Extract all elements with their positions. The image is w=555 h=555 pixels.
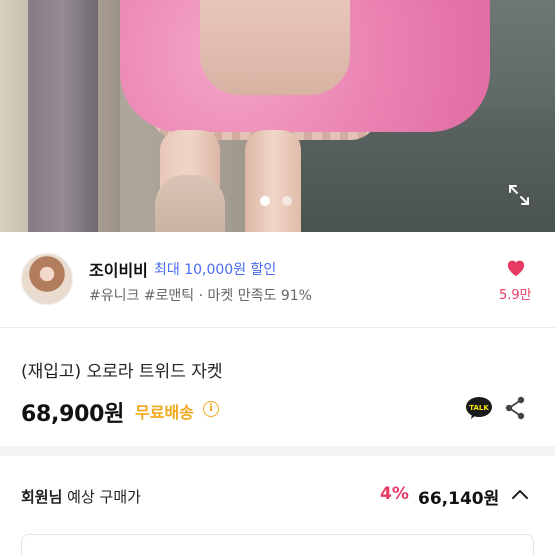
seller-info: 조이비비 최대 10,000원 할인 #유니크 #로맨틱 · 마켓 만족도 91… xyxy=(0,232,555,327)
expand-icon[interactable] xyxy=(507,183,531,207)
carousel-dot-2[interactable] xyxy=(282,196,292,206)
member-price-label: 회원님 예상 구매가 xyxy=(21,486,141,507)
background-curtain-shadow xyxy=(28,0,98,232)
section-divider xyxy=(0,327,555,328)
like-count: 5.9만 xyxy=(499,288,532,303)
seller-name[interactable]: 조이비비 xyxy=(89,257,148,281)
seller-promo[interactable]: 최대 10,000원 할인 xyxy=(154,259,276,279)
heart-icon[interactable] xyxy=(505,257,527,277)
product-title: (재입고) 오로라 트위드 자켓 xyxy=(21,362,223,382)
kakao-talk-icon[interactable]: TALK xyxy=(465,396,493,420)
model-boot xyxy=(155,175,225,232)
talk-label: TALK xyxy=(469,404,489,412)
seller-avatar[interactable] xyxy=(21,253,73,305)
discount-rate: 4% xyxy=(380,484,409,504)
carousel-indicator xyxy=(260,196,292,206)
price-detail-card xyxy=(21,534,534,555)
product-image-carousel[interactable] xyxy=(0,0,555,232)
info-icon[interactable]: i xyxy=(203,401,219,417)
shipping-badge: 무료배송 xyxy=(135,403,194,422)
section-separator xyxy=(0,446,555,456)
model-leg-right xyxy=(245,130,301,232)
member-label-rest: 예상 구매가 xyxy=(62,488,141,506)
carousel-dot-1[interactable] xyxy=(260,196,270,206)
member-price: 66,140원 xyxy=(418,489,500,509)
product-price: 68,900원 xyxy=(21,402,125,427)
seller-tags: #유니크 #로맨틱 · 마켓 만족도 91% xyxy=(89,288,312,304)
share-icon[interactable] xyxy=(504,396,526,420)
model-jacket-inner xyxy=(200,0,350,95)
member-label-bold: 회원님 xyxy=(21,488,63,506)
chevron-up-icon[interactable] xyxy=(510,487,530,501)
